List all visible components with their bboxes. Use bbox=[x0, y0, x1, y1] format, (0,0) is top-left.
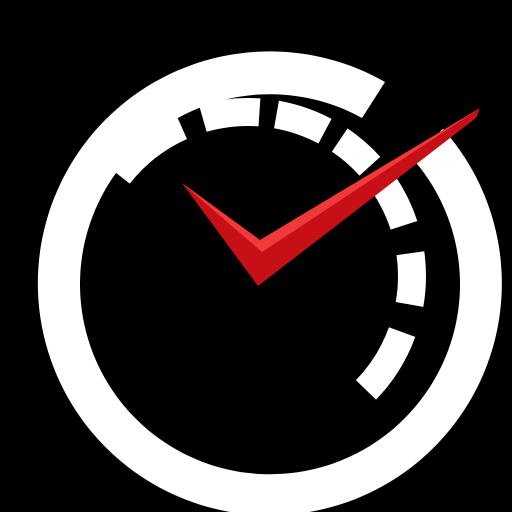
gauge-checkmark-icon bbox=[0, 0, 512, 512]
gauge-tick-segment bbox=[395, 251, 427, 307]
app-icon bbox=[0, 0, 512, 512]
